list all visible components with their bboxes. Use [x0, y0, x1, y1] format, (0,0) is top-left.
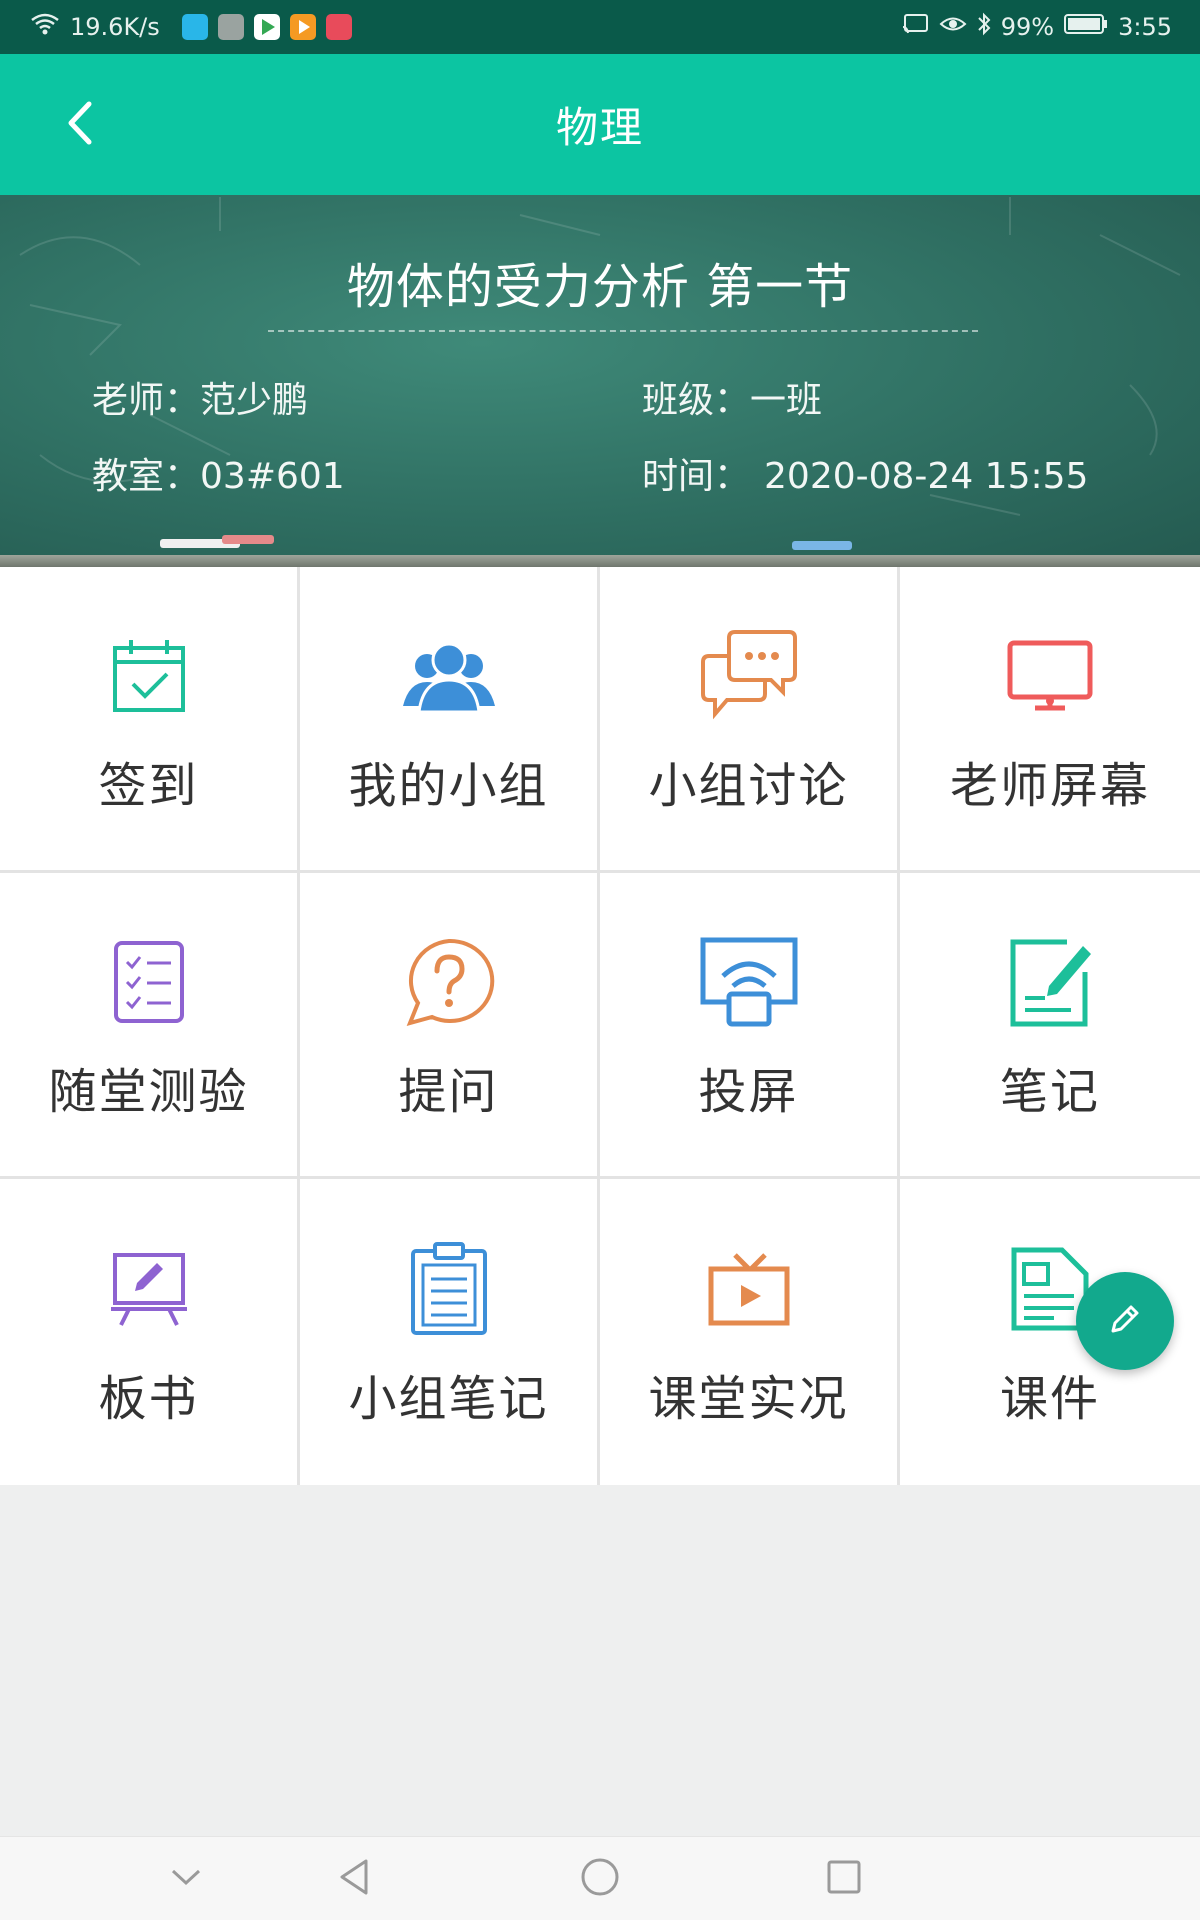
feature-group-notes[interactable]: 小组笔记: [300, 1179, 600, 1485]
clock: 3:55: [1118, 13, 1172, 41]
feature-label: 我的小组: [348, 757, 549, 814]
teacher-label: 老师：: [92, 380, 201, 421]
app-notification-icon: [181, 14, 208, 40]
feature-my-group[interactable]: 我的小组: [300, 567, 600, 873]
lesson-header: 物体的受力分析 第一节 老师：范少鹏 班级：一班 教室：03#601 时间： 20…: [0, 195, 1200, 565]
nav-back-button[interactable]: [324, 1851, 384, 1907]
battery-icon: [1064, 13, 1108, 41]
clipboard-icon: [394, 1242, 504, 1335]
feature-notes[interactable]: 笔记: [900, 873, 1200, 1179]
pencil-icon: [1107, 1301, 1143, 1341]
group-icon: [394, 630, 504, 722]
circle-home-icon: [580, 1857, 620, 1901]
chevron-left-icon: [65, 100, 95, 150]
teacher-info: 老师：范少鹏: [92, 371, 308, 423]
triangle-back-icon: [336, 1857, 372, 1901]
feature-group-discussion[interactable]: 小组讨论: [600, 567, 900, 873]
status-right: 99% 3:55: [901, 12, 1172, 42]
app-notification-icon: [217, 14, 244, 40]
feature-label: 小组笔记: [348, 1371, 549, 1427]
lesson-title: 物体的受力分析 第一节: [346, 259, 854, 315]
wifi-icon: [30, 12, 60, 42]
back-button[interactable]: [48, 90, 112, 160]
feature-label: 课堂实况: [648, 1371, 849, 1427]
class-info: 班级：一班: [642, 371, 822, 423]
feature-label: 笔记: [999, 1063, 1100, 1120]
chalk-piece: [222, 535, 274, 544]
feature-quiz[interactable]: 随堂测验: [0, 873, 300, 1179]
time-label: 时间：: [642, 456, 751, 497]
feature-label: 投屏: [698, 1063, 799, 1120]
nav-recents-button[interactable]: [814, 1851, 874, 1907]
nav-home-button[interactable]: [570, 1851, 630, 1907]
page-title: 物理: [555, 103, 644, 152]
play-store-icon: [253, 14, 280, 40]
checklist-icon: [94, 936, 204, 1028]
status-bar: 19.6K/s 99% 3:55: [0, 0, 1200, 54]
feature-teacher-screen[interactable]: 老师屏幕: [900, 567, 1200, 873]
chalk-piece: [792, 541, 852, 550]
chalkboard-ledge: [0, 555, 1200, 567]
room-info: 教室：03#601: [92, 447, 345, 499]
screencast-icon: [694, 936, 804, 1028]
chevron-down-icon: [169, 1867, 203, 1891]
bluetooth-icon: [977, 12, 991, 42]
title-divider: [268, 330, 978, 332]
square-recents-icon: [826, 1859, 862, 1899]
eye-icon: [939, 13, 967, 41]
status-left: 19.6K/s: [30, 12, 352, 42]
tv-play-icon: [694, 1243, 804, 1335]
room-label: 教室：: [92, 456, 201, 497]
feature-label: 板书: [98, 1371, 199, 1427]
feature-label: 签到: [98, 757, 199, 814]
cast-icon: [901, 13, 929, 41]
class-name: 一班: [750, 380, 823, 421]
network-speed: 19.6K/s: [70, 13, 160, 41]
feature-grid: 签到 我的小组 小组讨论 老师屏幕 随堂测验 提问 投屏 笔记 板书 小组笔记 …: [0, 567, 1200, 1485]
hide-nav-button[interactable]: [156, 1851, 216, 1907]
lesson-time: 2020-08-24 15:55: [764, 456, 1089, 497]
feature-label: 课件: [999, 1371, 1100, 1427]
feature-live-class[interactable]: 课堂实况: [600, 1179, 900, 1485]
room-number: 03#601: [200, 456, 345, 497]
easel-icon: [94, 1243, 204, 1335]
feature-label: 小组讨论: [648, 757, 849, 814]
feature-label: 老师屏幕: [949, 757, 1150, 814]
video-app-icon: [289, 14, 316, 40]
feature-sign-in[interactable]: 签到: [0, 567, 300, 873]
calendar-check-icon: [94, 630, 204, 722]
system-nav-bar: [0, 1836, 1200, 1920]
edit-fab-button[interactable]: [1076, 1272, 1174, 1370]
teacher-name: 范少鹏: [200, 380, 309, 421]
note-edit-icon: [995, 936, 1105, 1028]
feature-blackboard[interactable]: 板书: [0, 1179, 300, 1485]
feature-label: 随堂测验: [48, 1063, 249, 1120]
question-bubble-icon: [394, 936, 504, 1028]
class-label: 班级：: [642, 380, 751, 421]
monitor-icon: [995, 630, 1105, 722]
chat-bubbles-icon: [694, 629, 804, 722]
battery-percent: 99%: [1000, 13, 1055, 41]
calendar-app-icon: [325, 14, 352, 40]
feature-ask-question[interactable]: 提问: [300, 873, 600, 1179]
time-info: 时间： 2020-08-24 15:55: [642, 447, 1088, 499]
feature-screencast[interactable]: 投屏: [600, 873, 900, 1179]
app-bar: 物理: [0, 54, 1200, 195]
feature-label: 提问: [398, 1063, 499, 1120]
